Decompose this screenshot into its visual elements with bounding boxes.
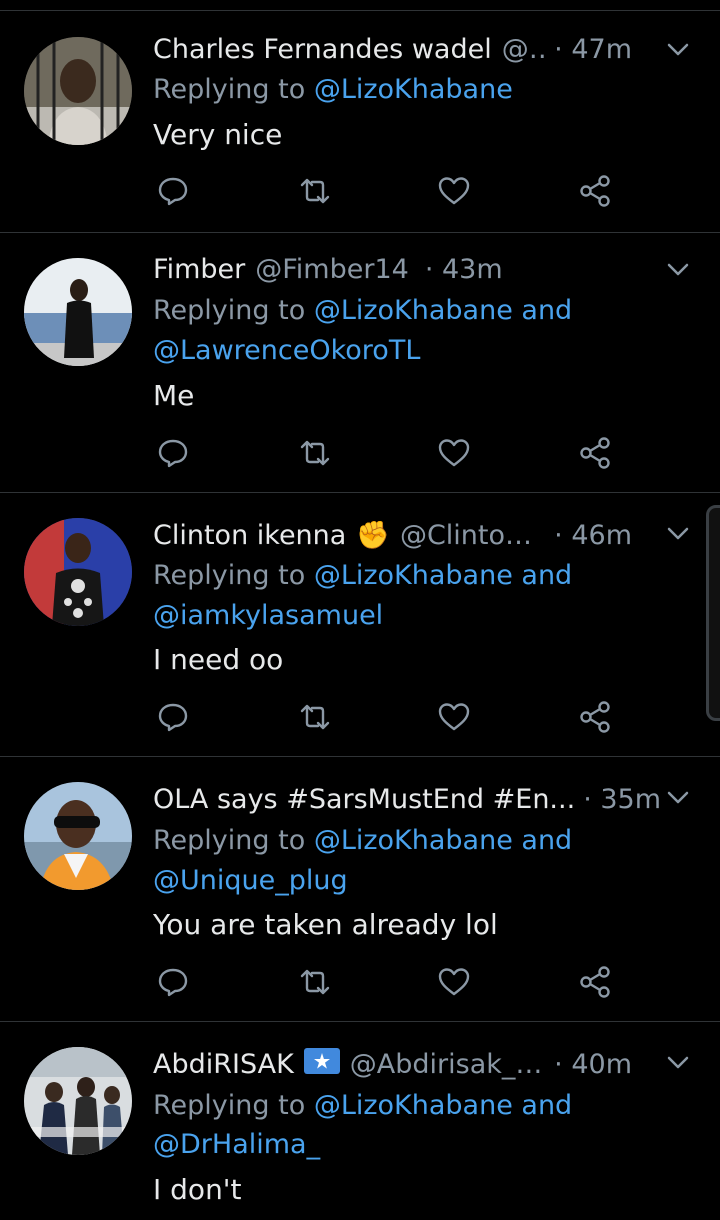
user-handle[interactable]: @Fimber14: [255, 254, 409, 285]
reply-button[interactable]: [155, 964, 191, 1000]
action-bar: [153, 173, 623, 209]
retweet-button[interactable]: [297, 964, 333, 1000]
replying-to: Replying to @LizoKhabane: [153, 70, 513, 110]
share-icon: [580, 175, 610, 207]
reply-tweet[interactable]: OLA says #SarsMustEnd #En... · 35m Reply…: [0, 757, 720, 1022]
avatar[interactable]: [24, 1047, 132, 1155]
reply-tweet[interactable]: AbdiRISAK @Abdirisak_O... · 40m Replying…: [0, 1022, 720, 1220]
user-handle[interactable]: @Abdirisak_O...: [350, 1049, 546, 1080]
chevron-down-icon[interactable]: [664, 1048, 692, 1076]
replying-to-prefix: Replying to: [153, 1090, 306, 1121]
replying-to: Replying to @LizoKhabane and: [153, 291, 572, 331]
tweet-text: I don't: [153, 1173, 242, 1206]
avatar[interactable]: [24, 37, 132, 145]
replying-to-prefix: Replying to: [153, 295, 306, 326]
tweet-header: Fimber @Fimber14 · 43m: [153, 249, 632, 289]
replying-to: Replying to @LizoKhabane and: [153, 556, 572, 596]
replying-to: Replying to @LizoKhabane and: [153, 1086, 572, 1126]
like-button[interactable]: [436, 435, 472, 471]
heart-icon: [438, 968, 470, 996]
retweet-button[interactable]: [297, 699, 333, 735]
reply-icon: [158, 439, 188, 468]
reply-icon: [158, 703, 188, 732]
replying-to: Replying to @LizoKhabane and: [153, 821, 572, 861]
mention-link[interactable]: @iamkylasamuel: [153, 596, 383, 636]
reply-tweet[interactable]: Clinton ikenna ✊ @Clintonik... · 46m Rep…: [0, 493, 720, 757]
reply-tweet[interactable]: Charles Fernandes wadel @ch... · 47m Rep…: [0, 11, 720, 233]
avatar[interactable]: [24, 258, 132, 366]
retweet-icon: [300, 440, 330, 466]
share-button[interactable]: [577, 435, 613, 471]
share-icon: [580, 701, 610, 733]
like-button[interactable]: [436, 173, 472, 209]
mention-link[interactable]: @LizoKhabane and: [314, 1090, 572, 1121]
timestamp: · 46m: [554, 519, 632, 551]
tweet-header: Charles Fernandes wadel @ch... · 47m: [153, 29, 632, 69]
retweet-icon: [300, 969, 330, 995]
mention-link[interactable]: @LizoKhabane and: [314, 825, 572, 856]
mention-link[interactable]: @Unique_plug: [153, 861, 348, 901]
display-name[interactable]: Fimber: [153, 254, 245, 285]
tweet-text: You are taken already lol: [153, 908, 498, 941]
tweet-header: Clinton ikenna ✊ @Clintonik... · 46m: [153, 515, 632, 555]
action-bar: [153, 964, 623, 1000]
user-handle[interactable]: @Clintonik...: [400, 520, 546, 551]
timestamp: · 47m: [554, 33, 632, 65]
heart-icon: [438, 177, 470, 205]
avatar[interactable]: [24, 518, 132, 626]
retweet-button[interactable]: [297, 435, 333, 471]
share-button[interactable]: [577, 964, 613, 1000]
user-handle[interactable]: @ch...: [502, 34, 546, 65]
chevron-down-icon[interactable]: [664, 255, 692, 283]
reply-button[interactable]: [155, 699, 191, 735]
display-name[interactable]: Clinton ikenna: [153, 520, 346, 551]
action-bar: [153, 435, 623, 471]
tweet-text: Me: [153, 379, 195, 412]
display-name[interactable]: Charles Fernandes wadel: [153, 34, 492, 65]
action-bar: [153, 699, 623, 735]
chevron-down-icon[interactable]: [664, 783, 692, 811]
mention-link[interactable]: @LizoKhabane and: [314, 560, 572, 591]
mention-link[interactable]: @LizoKhabane: [314, 74, 513, 105]
chevron-down-icon[interactable]: [664, 35, 692, 63]
timestamp: · 43m: [424, 253, 503, 285]
reply-button[interactable]: [155, 435, 191, 471]
reply-icon: [158, 177, 188, 206]
display-name[interactable]: AbdiRISAK: [153, 1049, 294, 1080]
avatar[interactable]: [24, 782, 132, 890]
heart-icon: [438, 703, 470, 731]
retweet-button[interactable]: [297, 173, 333, 209]
tweet-text: I need oo: [153, 643, 284, 676]
timestamp: · 40m: [554, 1048, 632, 1080]
somalia-flag-emoji: [303, 1047, 340, 1081]
replying-to-prefix: Replying to: [153, 825, 306, 856]
reply-tweet[interactable]: Fimber @Fimber14 · 43m Replying to @Lizo…: [0, 233, 720, 493]
tweet-text: Very nice: [153, 118, 283, 151]
replying-to-prefix: Replying to: [153, 74, 306, 105]
reply-icon: [158, 968, 188, 997]
tweet-header: OLA says #SarsMustEnd #En... · 35m: [153, 779, 661, 819]
chevron-down-icon[interactable]: [664, 519, 692, 547]
timestamp: · 35m: [583, 783, 662, 815]
share-button[interactable]: [577, 173, 613, 209]
retweet-icon: [300, 178, 330, 204]
reply-button[interactable]: [155, 173, 191, 209]
share-button[interactable]: [577, 699, 613, 735]
retweet-icon: [300, 704, 330, 730]
like-button[interactable]: [436, 964, 472, 1000]
like-button[interactable]: [436, 699, 472, 735]
share-icon: [580, 966, 610, 998]
heart-icon: [438, 439, 470, 467]
display-name[interactable]: OLA says #SarsMustEnd #En...: [153, 784, 575, 815]
mention-link[interactable]: @LizoKhabane and: [314, 295, 572, 326]
tweet-header: AbdiRISAK @Abdirisak_O... · 40m: [153, 1044, 632, 1084]
scrollbar-thumb[interactable]: [706, 505, 720, 721]
mention-link[interactable]: @LawrenceOkoroTL: [153, 331, 420, 371]
replying-to-prefix: Replying to: [153, 560, 306, 591]
raised-fist-emoji: ✊: [356, 520, 390, 551]
mention-link[interactable]: @DrHalima_: [153, 1125, 320, 1165]
share-icon: [580, 437, 610, 469]
